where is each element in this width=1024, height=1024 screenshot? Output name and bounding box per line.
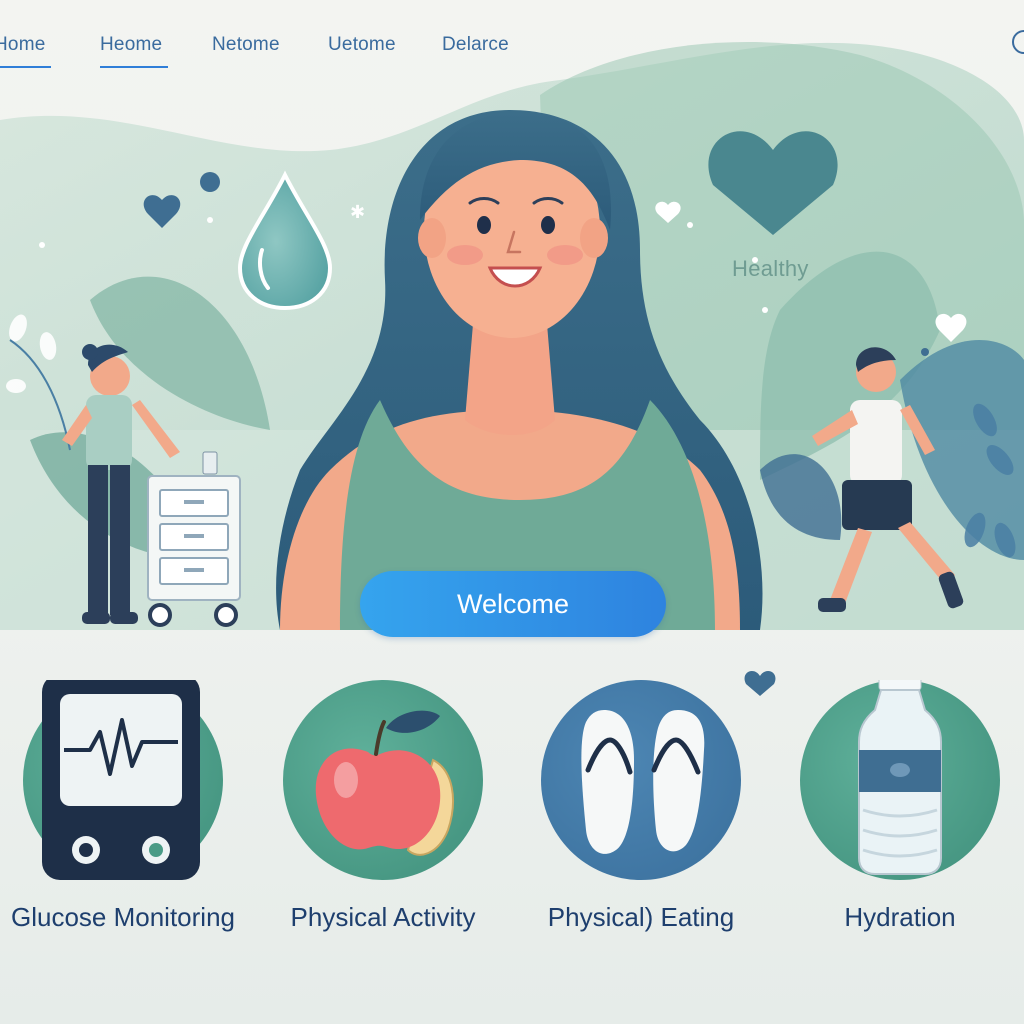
- landing-page: ✱ Healthy Welcome Home Heome Netome Ueto…: [0, 0, 1024, 1024]
- welcome-button[interactable]: Welcome: [360, 571, 666, 637]
- nav-item-uetome[interactable]: Uetome: [328, 34, 396, 56]
- nav-item-home[interactable]: Home: [0, 34, 53, 68]
- nav-item-heome[interactable]: Heome: [100, 34, 169, 68]
- feature-label: Hydration: [844, 902, 956, 932]
- nav-item-netome[interactable]: Netome: [212, 34, 280, 56]
- svg-text:✱: ✱: [350, 202, 365, 223]
- feature-label: Physical Activity: [290, 902, 476, 932]
- top-nav: Home Heome Netome Uetome Delarce: [0, 0, 1024, 92]
- hero-section: ✱ Healthy Welcome: [0, 0, 1024, 637]
- apple-icon: [315, 710, 454, 856]
- healthy-badge: Healthy: [732, 256, 809, 281]
- flip-flops-icon: [581, 710, 705, 854]
- nav-menu-icon[interactable]: [1012, 30, 1024, 54]
- glucose-monitor-icon: [42, 680, 200, 880]
- hero-illustration: ✱: [0, 42, 1024, 630]
- feature-label: Physical) Eating: [547, 902, 735, 932]
- water-bottle-icon: [858, 680, 942, 875]
- nav-item-delarce[interactable]: Delarce: [442, 34, 509, 56]
- feature-label: Glucose Monitoring: [11, 902, 235, 932]
